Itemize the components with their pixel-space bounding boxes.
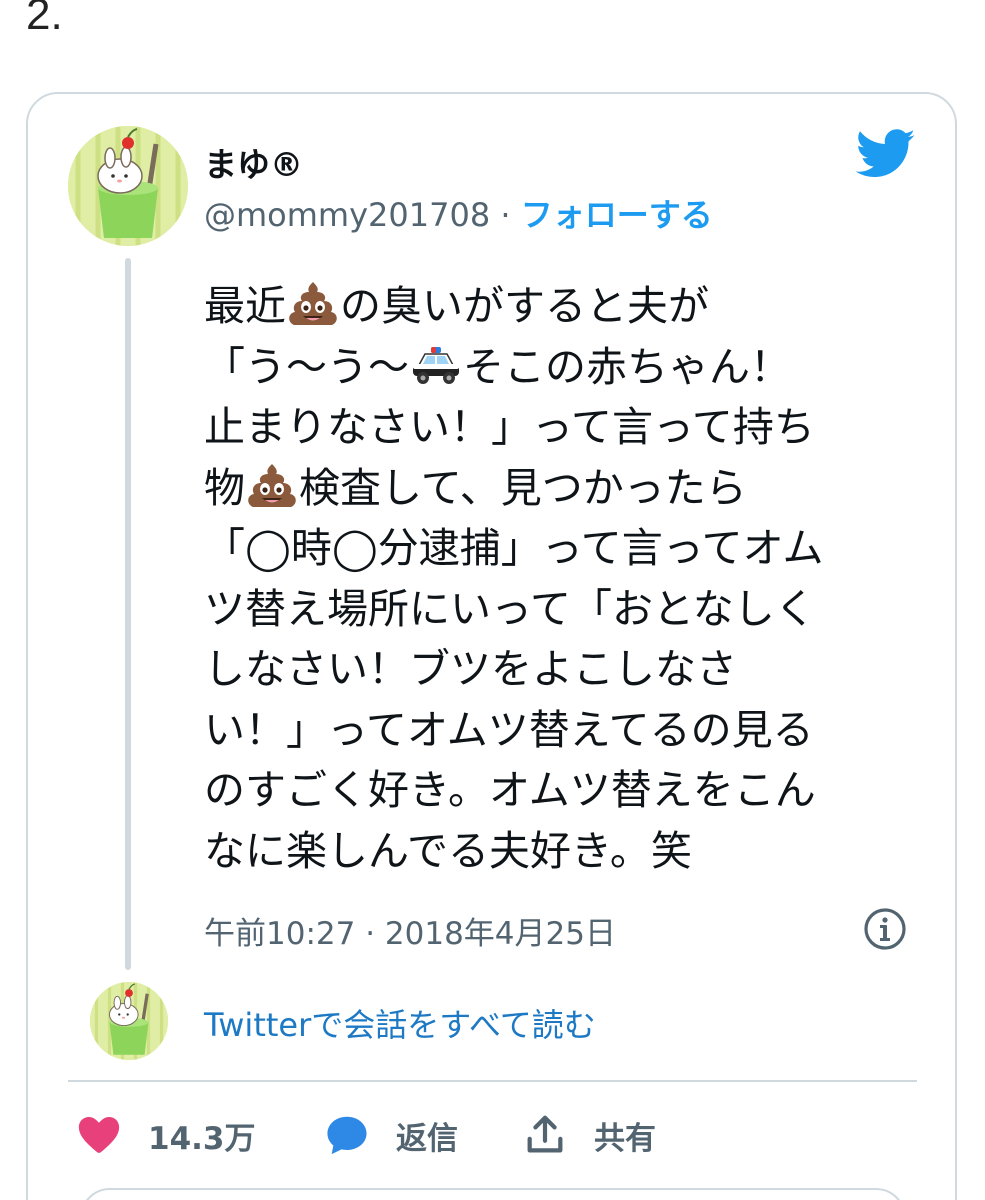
- author-handle[interactable]: @mommy201708: [204, 196, 490, 234]
- conversation-avatar[interactable]: [90, 982, 168, 1060]
- actions-divider: [68, 1080, 917, 1082]
- follow-button[interactable]: フォローする: [521, 196, 713, 234]
- tweet-line: のすごく好き。オムツ替えをこん: [204, 766, 816, 814]
- tweet-line: しなさい！ブツをよこしなさ: [204, 645, 737, 693]
- tweet-line: 最近 の臭いがすると夫が: [204, 276, 924, 337]
- share-button[interactable]: 共有: [522, 1110, 656, 1160]
- tweet-line: 「◯時◯分逮捕」って言ってオム: [204, 524, 824, 572]
- twitter-bird-icon[interactable]: [855, 128, 916, 180]
- tweet-line-segment: 「う〜う〜: [204, 342, 409, 391]
- tweet-line-segment: 物: [204, 463, 245, 512]
- reply-input-box[interactable]: [80, 1188, 906, 1200]
- handle-separator: ·: [490, 196, 521, 234]
- tweet-line-segment: そこの赤ちゃん！: [463, 342, 791, 391]
- page-number: 2.: [26, 0, 63, 39]
- tweet-line: なに楽しんでる夫好き。笑: [204, 826, 692, 875]
- heart-icon: [78, 1116, 120, 1153]
- tweet-line-segment: の臭いがすると夫が: [340, 282, 709, 330]
- like-count: 14.3万: [148, 1120, 256, 1157]
- like-button[interactable]: 14.3万: [76, 1110, 256, 1160]
- share-icon: [527, 1115, 563, 1153]
- author-display-name[interactable]: まゆ®: [204, 138, 303, 186]
- read-conversation-link[interactable]: Twitterで会話をすべて読む: [204, 1000, 596, 1046]
- police-car-emoji-icon: [413, 346, 459, 384]
- poop-emoji-icon: [248, 463, 296, 507]
- tweet-line-segment: 検査して、見つかったら: [299, 463, 747, 512]
- screenshot-page: 2. まゆ® @mommy201708 · フォローする 最近 の臭いがすると夫…: [0, 0, 985, 1200]
- share-label: 共有: [594, 1120, 656, 1157]
- speech-bubble-icon: [327, 1116, 367, 1155]
- author-handle-row: @mommy201708 · フォローする: [204, 190, 713, 236]
- tweet-line: い！」ってオムツ替えてるの見る: [204, 705, 814, 754]
- tweet-line: 物 検査して、見つかったら: [204, 458, 924, 519]
- tweet-line-segment: 最近: [204, 282, 286, 330]
- author-avatar[interactable]: [68, 126, 188, 246]
- reply-button[interactable]: 返信: [324, 1110, 458, 1160]
- tweet-line: ツ替え場所にいって「おとなしく: [204, 584, 816, 633]
- thread-line: [125, 258, 131, 970]
- poop-emoji-icon: [289, 282, 337, 325]
- tweet-text: 最近 の臭いがすると夫が 「う〜う〜 そこの赤ちゃん！ 止まりなさい！」って言って持…: [204, 276, 924, 881]
- tweet-line: 「う〜う〜 そこの赤ちゃん！: [204, 337, 924, 398]
- tweet-timestamp[interactable]: 午前10:27 · 2018年4月25日: [204, 908, 616, 953]
- tweet-line: 止まりなさい！」って言って持ち: [204, 403, 815, 451]
- info-icon[interactable]: [862, 906, 908, 952]
- reply-label: 返信: [396, 1120, 458, 1157]
